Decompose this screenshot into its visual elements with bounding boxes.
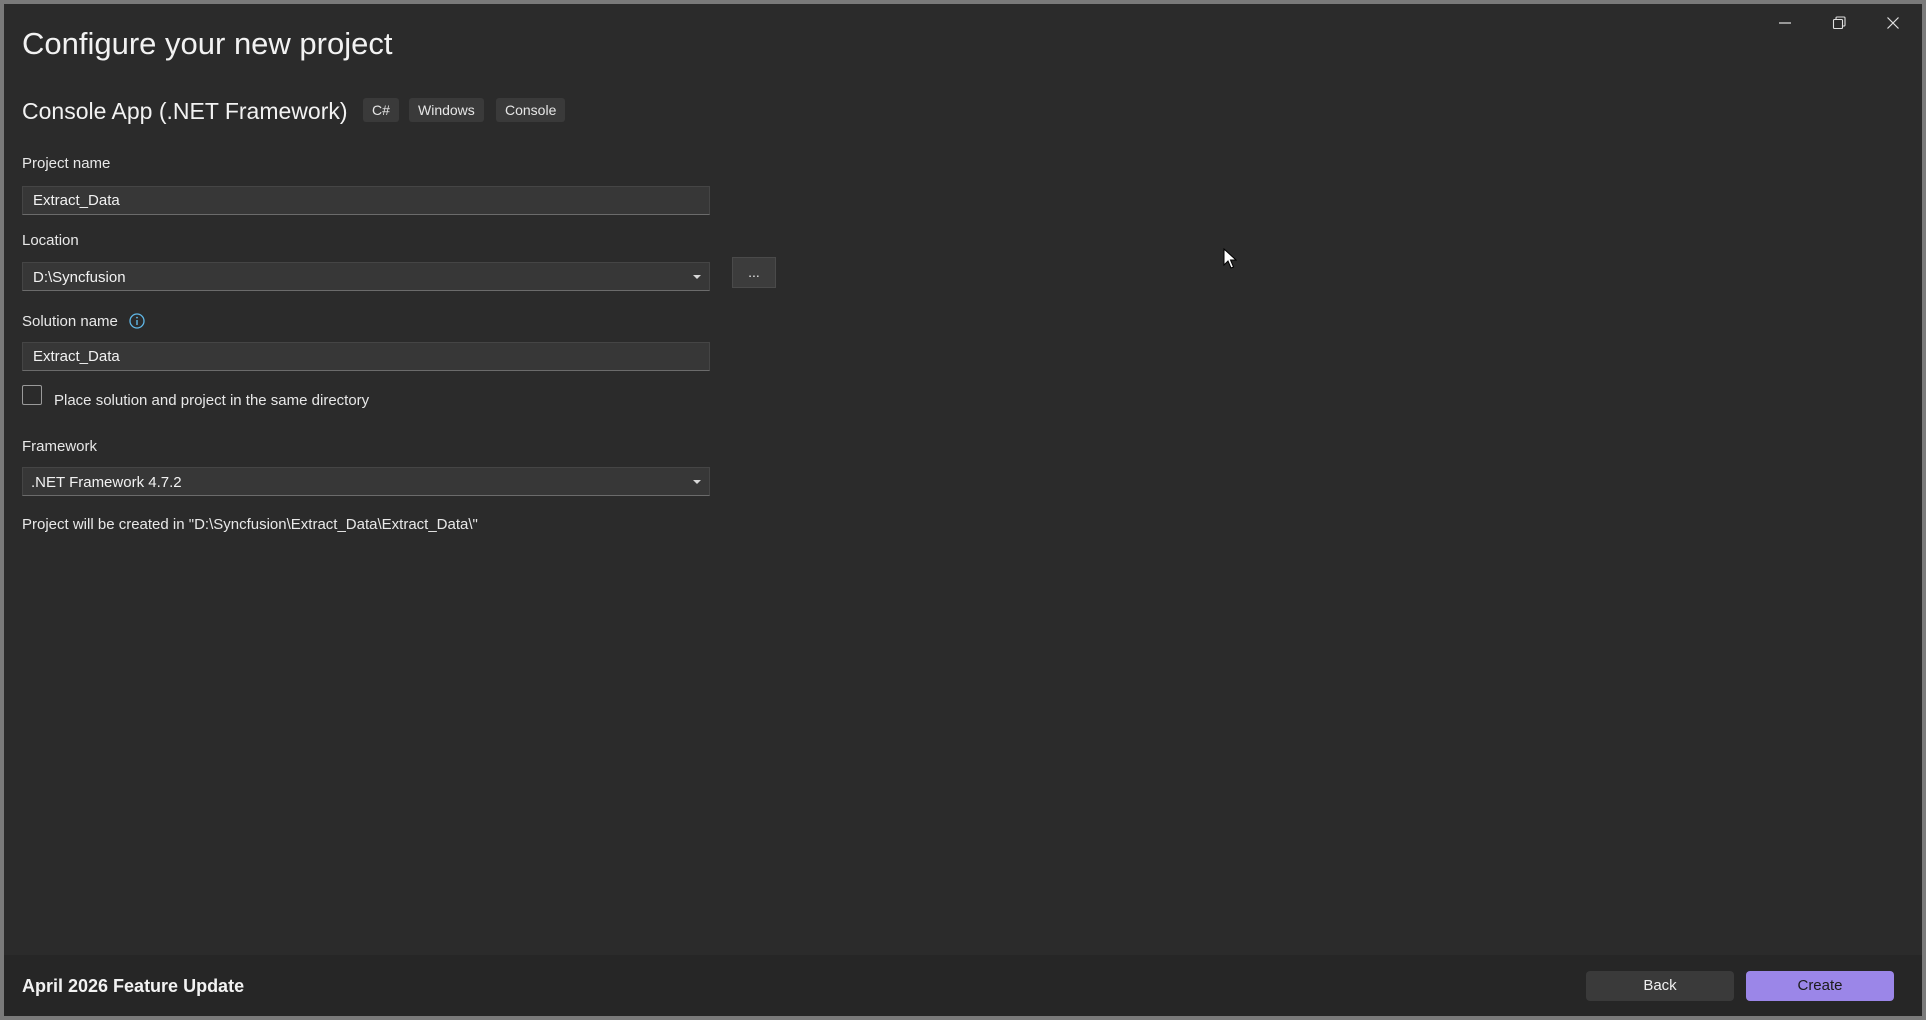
solution-name-label-text: Solution name (22, 313, 118, 330)
template-name: Console App (.NET Framework) (22, 98, 348, 124)
restore-icon (1832, 16, 1846, 30)
same-directory-label[interactable]: Place solution and project in the same d… (54, 392, 369, 409)
tag-project-type: Console (496, 98, 566, 122)
configure-project-window: Configure your new project Console App (… (4, 4, 1922, 1016)
project-name-label: Project name (22, 155, 111, 172)
framework-label: Framework (22, 438, 98, 455)
chevron-down-icon (693, 480, 701, 484)
minimize-button[interactable] (1758, 4, 1812, 42)
restore-button[interactable] (1812, 4, 1866, 42)
project-name-input[interactable] (22, 186, 710, 215)
edition-label: April 2026 Feature Update (22, 976, 245, 996)
create-button[interactable]: Create (1746, 971, 1894, 1001)
location-value: D:\Syncfusion (33, 269, 126, 286)
info-icon[interactable] (129, 313, 145, 329)
creation-path-text: Project will be created in "D:\Syncfusio… (22, 516, 478, 533)
solution-name-label: Solution name (22, 313, 118, 330)
same-directory-checkbox[interactable] (22, 385, 42, 405)
framework-select[interactable]: .NET Framework 4.7.2 (22, 467, 710, 496)
close-icon (1887, 17, 1899, 29)
footer-bar: April 2026 Feature Update Back Create (4, 955, 1922, 1016)
close-button[interactable] (1866, 4, 1920, 42)
tag-platform: Windows (409, 98, 484, 122)
chevron-down-icon (693, 275, 701, 279)
page-title: Configure your new project (22, 26, 393, 61)
mouse-cursor-icon (1223, 248, 1237, 269)
back-button[interactable]: Back (1586, 971, 1734, 1001)
location-label: Location (22, 232, 79, 249)
tag-language: C# (363, 98, 399, 122)
minimize-icon (1779, 22, 1791, 24)
framework-value: .NET Framework 4.7.2 (31, 474, 182, 491)
location-combobox[interactable]: D:\Syncfusion (22, 262, 710, 291)
solution-name-input[interactable] (22, 342, 710, 371)
browse-location-button[interactable]: ... (732, 257, 776, 288)
